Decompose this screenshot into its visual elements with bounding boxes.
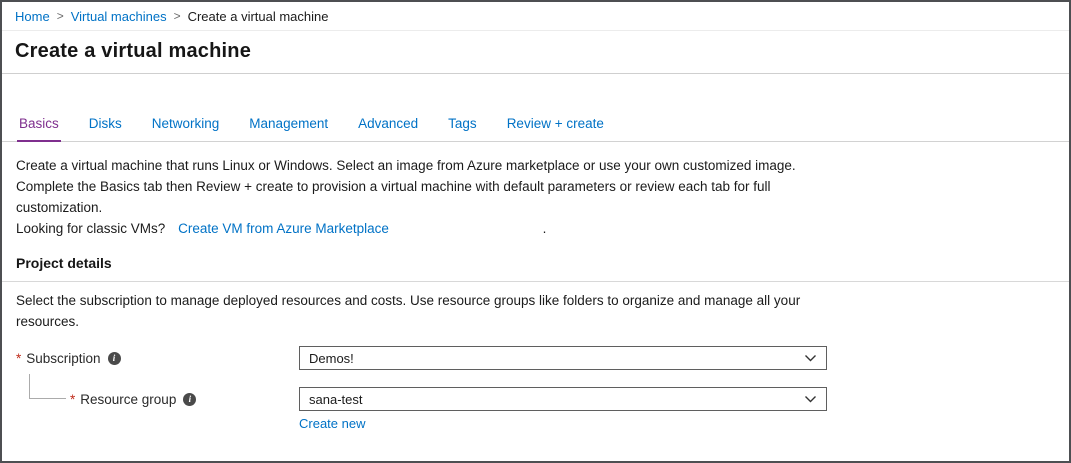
required-asterisk: * (16, 351, 21, 366)
subscription-info-icon[interactable]: i (108, 352, 121, 365)
breadcrumb-current-page: Create a virtual machine (188, 9, 329, 24)
project-details-section: Select the subscription to manage deploy… (2, 290, 1069, 433)
breadcrumb-separator: > (57, 9, 64, 23)
resource-group-row: * Resource group i sana-test (16, 387, 1055, 411)
chevron-down-icon (804, 354, 817, 363)
subscription-dropdown-value: Demos! (309, 351, 354, 366)
project-details-form: * Subscription i Demos! * Resource group (16, 346, 1055, 433)
title-bar: Create a virtual machine (2, 31, 1069, 74)
breadcrumb-virtual-machines-link[interactable]: Virtual machines (71, 9, 167, 24)
intro-text: Create a virtual machine that runs Linux… (16, 155, 816, 239)
subscription-row: * Subscription i Demos! (16, 346, 1055, 370)
resource-group-dropdown[interactable]: sana-test (299, 387, 827, 411)
tab-tags[interactable]: Tags (446, 116, 479, 141)
breadcrumb: Home > Virtual machines > Create a virtu… (2, 2, 1069, 31)
subscription-label-group: * Subscription i (16, 351, 299, 366)
create-vm-page: Home > Virtual machines > Create a virtu… (0, 0, 1071, 463)
tab-content: Create a virtual machine that runs Linux… (2, 155, 1069, 281)
intro-line-3: Looking for classic VMs? Create VM from … (16, 218, 816, 239)
classic-vms-prompt: Looking for classic VMs? (16, 221, 165, 236)
project-details-description: Select the subscription to manage deploy… (16, 290, 816, 332)
create-new-row: Create new (16, 415, 1055, 433)
section-divider (2, 281, 1069, 282)
tree-connector (29, 374, 66, 399)
intro-line-2: Complete the Basics tab then Review + cr… (16, 176, 816, 218)
resource-group-info-icon[interactable]: i (183, 393, 196, 406)
breadcrumb-home-link[interactable]: Home (15, 9, 50, 24)
classic-vms-suffix: . (543, 221, 547, 236)
tab-networking[interactable]: Networking (150, 116, 222, 141)
create-new-resource-group-link[interactable]: Create new (299, 416, 365, 431)
create-vm-marketplace-link[interactable]: Create VM from Azure Marketplace (178, 221, 389, 236)
tab-advanced[interactable]: Advanced (356, 116, 420, 141)
subscription-label: Subscription (26, 351, 100, 366)
tab-bar: Basics Disks Networking Management Advan… (2, 116, 1069, 142)
resource-group-dropdown-value: sana-test (309, 392, 362, 407)
tab-basics[interactable]: Basics (17, 116, 61, 142)
tab-review-create[interactable]: Review + create (505, 116, 606, 141)
required-asterisk: * (70, 392, 75, 407)
resource-group-label: Resource group (80, 392, 176, 407)
page-title: Create a virtual machine (15, 40, 1056, 63)
chevron-down-icon (804, 395, 817, 404)
breadcrumb-separator: > (174, 9, 181, 23)
intro-line-1: Create a virtual machine that runs Linux… (16, 155, 816, 176)
tab-disks[interactable]: Disks (87, 116, 124, 141)
project-details-heading: Project details (16, 255, 1055, 281)
tab-management[interactable]: Management (247, 116, 330, 141)
subscription-dropdown[interactable]: Demos! (299, 346, 827, 370)
